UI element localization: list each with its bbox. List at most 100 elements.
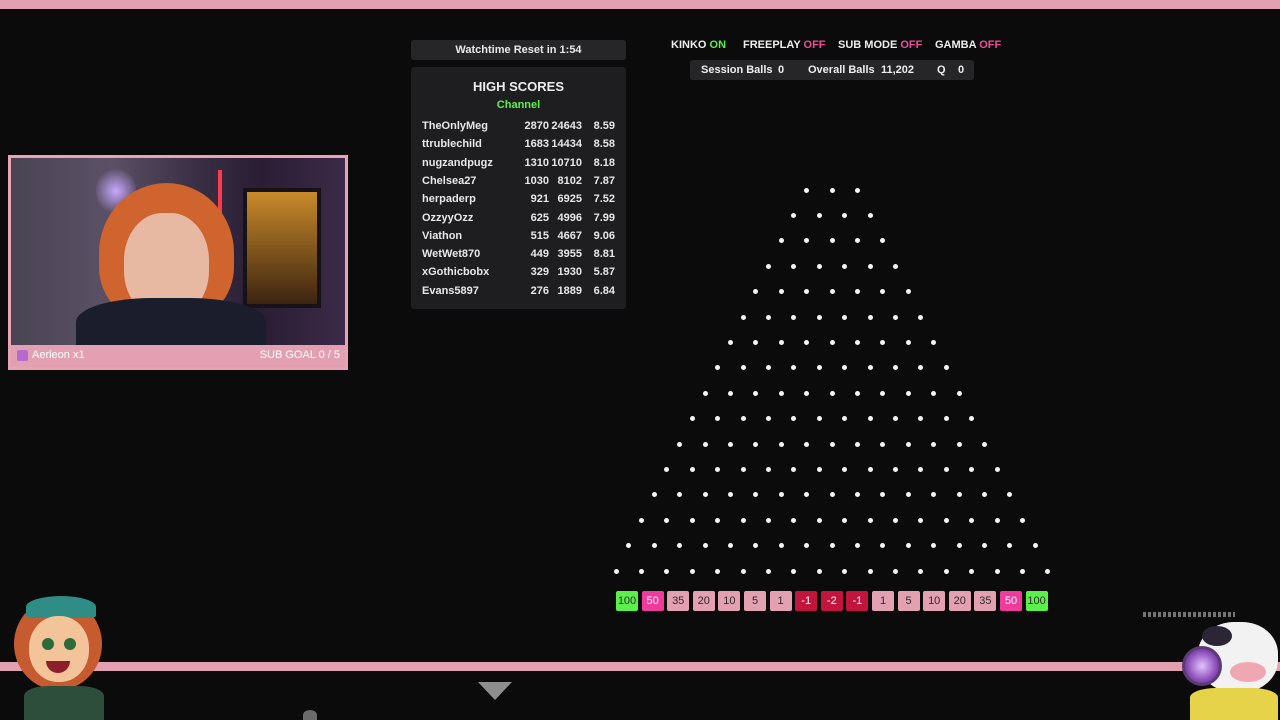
score-value-b: 3955 <box>557 248 582 261</box>
plinko-peg <box>880 390 886 396</box>
chevron-down-icon[interactable] <box>478 682 512 700</box>
plinko-peg <box>829 339 835 345</box>
plinko-peg <box>956 390 962 396</box>
plinko-peg <box>753 390 759 396</box>
ball-counts-bar: Session Balls 0 Overall Balls 11,202 Q 0 <box>690 60 974 80</box>
small-caption-decoration <box>1143 612 1235 617</box>
plinko-peg <box>740 416 746 422</box>
score-value-b: 1889 <box>557 284 582 297</box>
score-value-b: 14434 <box>551 138 582 151</box>
plinko-peg <box>918 314 924 320</box>
plinko-peg <box>689 466 695 472</box>
plinko-peg <box>867 212 873 218</box>
plinko-peg <box>727 543 733 549</box>
plinko-peg <box>829 543 835 549</box>
queue-label: Q <box>937 64 946 76</box>
plinko-peg <box>689 568 695 574</box>
plinko-peg <box>702 492 708 498</box>
plinko-peg <box>664 517 670 523</box>
plinko-peg <box>854 543 860 549</box>
score-value-b: 10710 <box>551 156 582 169</box>
plinko-peg <box>753 492 759 498</box>
plinko-peg <box>829 238 835 244</box>
score-value-b: 4667 <box>557 229 582 242</box>
plinko-peg <box>969 416 975 422</box>
score-row: OzzyyOzz 625 4996 7.99 <box>411 212 626 228</box>
plinko-peg <box>943 416 949 422</box>
score-value-b: 4996 <box>557 211 582 224</box>
plinko-peg <box>791 568 797 574</box>
plinko-peg <box>905 390 911 396</box>
score-value-a: 625 <box>530 211 549 224</box>
score-row: WetWet870 449 3955 8.81 <box>411 248 626 264</box>
plinko-peg <box>994 517 1000 523</box>
plinko-peg <box>842 466 848 472</box>
plinko-peg <box>918 568 924 574</box>
plinko-peg <box>931 339 937 345</box>
plinko-peg <box>766 466 771 472</box>
plinko-peg <box>829 441 835 447</box>
high-scores-panel: HIGH SCORES Channel TheOnlyMeg 2870 24643 8… <box>411 67 626 309</box>
plinko-peg <box>893 365 898 371</box>
plinko-peg <box>994 568 1000 574</box>
plinko-peg <box>702 543 708 549</box>
plinko-peg <box>905 339 911 345</box>
score-value-a: 1683 <box>524 138 549 151</box>
score-player-name: ttrublechild <box>422 138 482 151</box>
plinko-peg <box>651 543 657 549</box>
score-value-b: 24643 <box>551 120 582 132</box>
session-balls-label: Session Balls <box>701 64 773 76</box>
avatar-cartoon-girl <box>4 586 112 720</box>
plinko-peg <box>816 568 822 574</box>
plinko-peg <box>905 441 911 447</box>
plinko-slot: -1 <box>795 591 818 611</box>
plinko-peg <box>956 441 962 447</box>
plinko-peg <box>804 289 810 295</box>
score-row: TheOnlyMeg 2870 24643 8.59 <box>411 120 626 136</box>
plinko-peg <box>778 441 784 447</box>
plinko-peg <box>753 339 759 345</box>
plinko-peg <box>677 492 683 498</box>
mode-gamba: GAMBA OFF <box>935 39 1002 51</box>
plinko-peg <box>715 568 721 574</box>
plinko-peg <box>715 365 721 371</box>
score-row: Evans5897 276 1889 6.84 <box>411 285 626 301</box>
plinko-peg <box>664 568 670 574</box>
plinko-peg <box>931 390 937 396</box>
plinko-peg <box>918 466 924 472</box>
score-value-a: 1030 <box>524 174 549 187</box>
score-value-a: 1310 <box>524 156 549 169</box>
plinko-peg <box>816 466 822 472</box>
plinko-slot: 10 <box>718 591 741 611</box>
plinko-peg <box>816 365 822 371</box>
plinko-peg <box>880 238 886 244</box>
plinko-peg <box>969 568 975 574</box>
plinko-peg <box>740 568 746 574</box>
plinko-peg <box>778 339 784 345</box>
score-player-name: TheOnlyMeg <box>422 120 489 132</box>
plinko-peg <box>766 517 771 523</box>
score-row: xGothicbobx 329 1930 5.87 <box>411 266 626 282</box>
score-value-a: 276 <box>530 284 549 297</box>
plinko-peg <box>791 416 797 422</box>
plinko-peg <box>854 390 860 396</box>
plinko-peg <box>740 365 746 371</box>
plinko-peg <box>715 517 721 523</box>
score-player-name: nugzandpugz <box>422 156 493 169</box>
plinko-slot: 35 <box>974 591 997 611</box>
score-player-name: herpaderp <box>422 193 476 206</box>
plinko-peg <box>943 568 949 574</box>
mode-freeplay: FREEPLAY OFF <box>743 39 826 51</box>
plinko-peg <box>842 416 848 422</box>
plinko-peg <box>867 314 873 320</box>
plinko-peg <box>918 416 924 422</box>
plinko-peg <box>867 568 873 574</box>
score-value-a: 921 <box>530 193 549 206</box>
plinko-peg <box>778 543 784 549</box>
plinko-peg <box>727 390 733 396</box>
plinko-peg <box>804 238 810 244</box>
plinko-peg <box>854 187 860 193</box>
plinko-peg <box>854 238 860 244</box>
plinko-slot: 5 <box>897 591 920 611</box>
plinko-peg <box>1020 517 1025 523</box>
